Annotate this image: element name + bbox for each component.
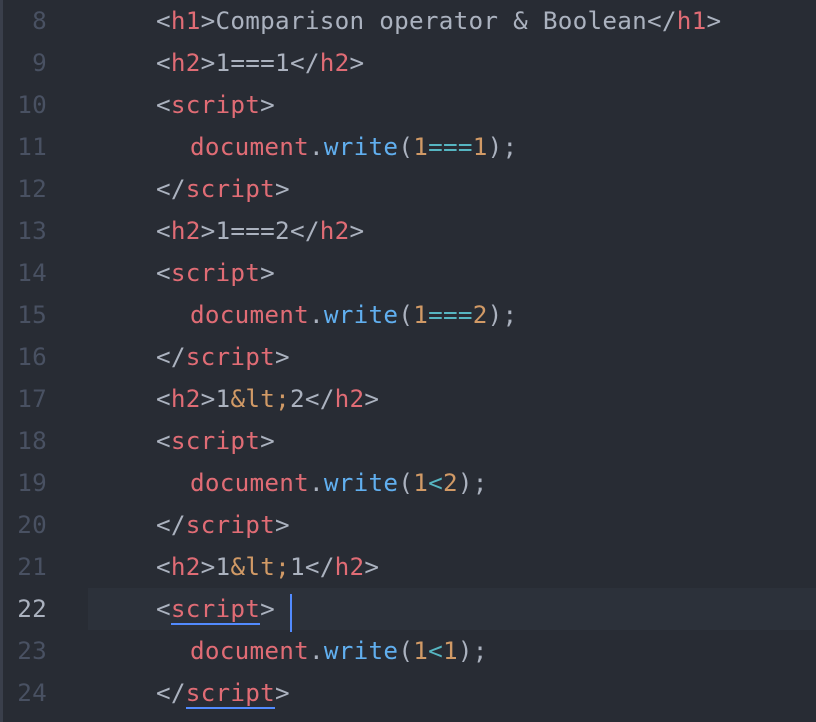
- code-text[interactable]: </script>: [156, 168, 290, 210]
- tag-name: script: [170, 426, 261, 455]
- heading-text: 1===1: [215, 48, 290, 77]
- tag-name: script: [185, 510, 276, 539]
- tag-name: h2: [319, 216, 350, 245]
- code-text[interactable]: <script>: [156, 252, 275, 294]
- tag-name: script: [185, 174, 276, 203]
- code-line[interactable]: 15 document.write(1===2);: [0, 294, 816, 336]
- code-line[interactable]: 10 <script>: [0, 84, 816, 126]
- code-line[interactable]: 20 </script>: [0, 504, 816, 546]
- code-text[interactable]: <h2>1===1</h2>: [156, 42, 364, 84]
- code-line[interactable]: 9 <h2>1===1</h2>: [0, 42, 816, 84]
- code-line[interactable]: 16 </script>: [0, 336, 816, 378]
- bracket-match-tag: script: [170, 594, 261, 625]
- tag-name: script: [170, 90, 261, 119]
- function-name: write: [323, 468, 399, 497]
- operator: <: [428, 636, 443, 665]
- line-number[interactable]: 17: [0, 378, 47, 420]
- line-number[interactable]: 14: [0, 252, 47, 294]
- line-number[interactable]: 19: [0, 462, 47, 504]
- tag-name: h2: [170, 216, 201, 245]
- code-text[interactable]: </script>: [156, 504, 290, 546]
- tag-name: h1: [676, 6, 707, 35]
- code-line[interactable]: 24 </script>: [0, 672, 816, 714]
- line-number[interactable]: 24: [0, 672, 47, 714]
- tag-name: h2: [170, 48, 201, 77]
- tag-name: h1: [170, 6, 201, 35]
- operator: ===: [428, 132, 473, 161]
- function-name: write: [323, 300, 399, 329]
- tag-name: h2: [334, 384, 365, 413]
- code-line[interactable]: 12 </script>: [0, 168, 816, 210]
- bracket-match-tag: script: [185, 678, 276, 709]
- line-number[interactable]: 8: [0, 0, 47, 42]
- line-number[interactable]: 9: [0, 42, 47, 84]
- tag-name: h2: [334, 552, 365, 581]
- tag-name: script: [185, 342, 276, 371]
- object-name: document: [190, 132, 310, 161]
- line-number[interactable]: 12: [0, 168, 47, 210]
- tag-name: h2: [170, 384, 201, 413]
- line-number[interactable]: 16: [0, 336, 47, 378]
- heading-text: Comparison operator & Boolean: [215, 6, 648, 35]
- cursor-line[interactable]: 22 <script>: [0, 588, 816, 630]
- code-text[interactable]: <h2>1===2</h2>: [156, 210, 364, 252]
- code-text[interactable]: document.write(1===2);: [190, 294, 517, 336]
- line-number[interactable]: 11: [0, 126, 47, 168]
- line-number[interactable]: 20: [0, 504, 47, 546]
- code-text[interactable]: <script>: [156, 420, 275, 462]
- code-line[interactable]: 8 <h1>Comparison operator & Boolean</h1>: [0, 0, 816, 42]
- function-name: write: [323, 636, 399, 665]
- code-line[interactable]: 13 <h2>1===2</h2>: [0, 210, 816, 252]
- heading-text: 1===2: [215, 216, 290, 245]
- code-editor[interactable]: 8 <h1>Comparison operator & Boolean</h1>…: [0, 0, 816, 722]
- code-line[interactable]: 14 <script>: [0, 252, 816, 294]
- operator: <: [428, 468, 443, 497]
- operator: ===: [428, 300, 473, 329]
- tag-name: script: [170, 258, 261, 287]
- line-number[interactable]: 13: [0, 210, 47, 252]
- code-text[interactable]: <script>: [156, 84, 275, 126]
- code-text[interactable]: document.write(1<2);: [190, 462, 488, 504]
- code-text[interactable]: <h1>Comparison operator & Boolean</h1>: [156, 0, 721, 42]
- line-number[interactable]: 22: [0, 588, 47, 630]
- line-number[interactable]: 23: [0, 630, 47, 672]
- code-text[interactable]: document.write(1===1);: [190, 126, 517, 168]
- code-line[interactable]: 11 document.write(1===1);: [0, 126, 816, 168]
- code-line[interactable]: 19 document.write(1<2);: [0, 462, 816, 504]
- object-name: document: [190, 468, 310, 497]
- object-name: document: [190, 300, 310, 329]
- code-text[interactable]: <h2>1&lt;2</h2>: [156, 378, 379, 420]
- tag-name: h2: [319, 48, 350, 77]
- code-text[interactable]: </script>: [156, 672, 290, 714]
- code-line[interactable]: 23 document.write(1<1);: [0, 630, 816, 672]
- function-name: write: [323, 132, 399, 161]
- code-text[interactable]: <h2>1&lt;1</h2>: [156, 546, 379, 588]
- line-number[interactable]: 10: [0, 84, 47, 126]
- code-text[interactable]: <script>: [156, 588, 275, 630]
- html-entity: &lt;: [230, 384, 290, 413]
- line-number[interactable]: 18: [0, 420, 47, 462]
- code-text[interactable]: </script>: [156, 336, 290, 378]
- object-name: document: [190, 636, 310, 665]
- code-line[interactable]: 21 <h2>1&lt;1</h2>: [0, 546, 816, 588]
- html-entity: &lt;: [230, 552, 290, 581]
- code-line[interactable]: 18 <script>: [0, 420, 816, 462]
- text-cursor: [290, 594, 292, 632]
- tag-name: h2: [170, 552, 201, 581]
- code-line[interactable]: 17 <h2>1&lt;2</h2>: [0, 378, 816, 420]
- line-number[interactable]: 15: [0, 294, 47, 336]
- code-text[interactable]: document.write(1<1);: [190, 630, 488, 672]
- line-number[interactable]: 21: [0, 546, 47, 588]
